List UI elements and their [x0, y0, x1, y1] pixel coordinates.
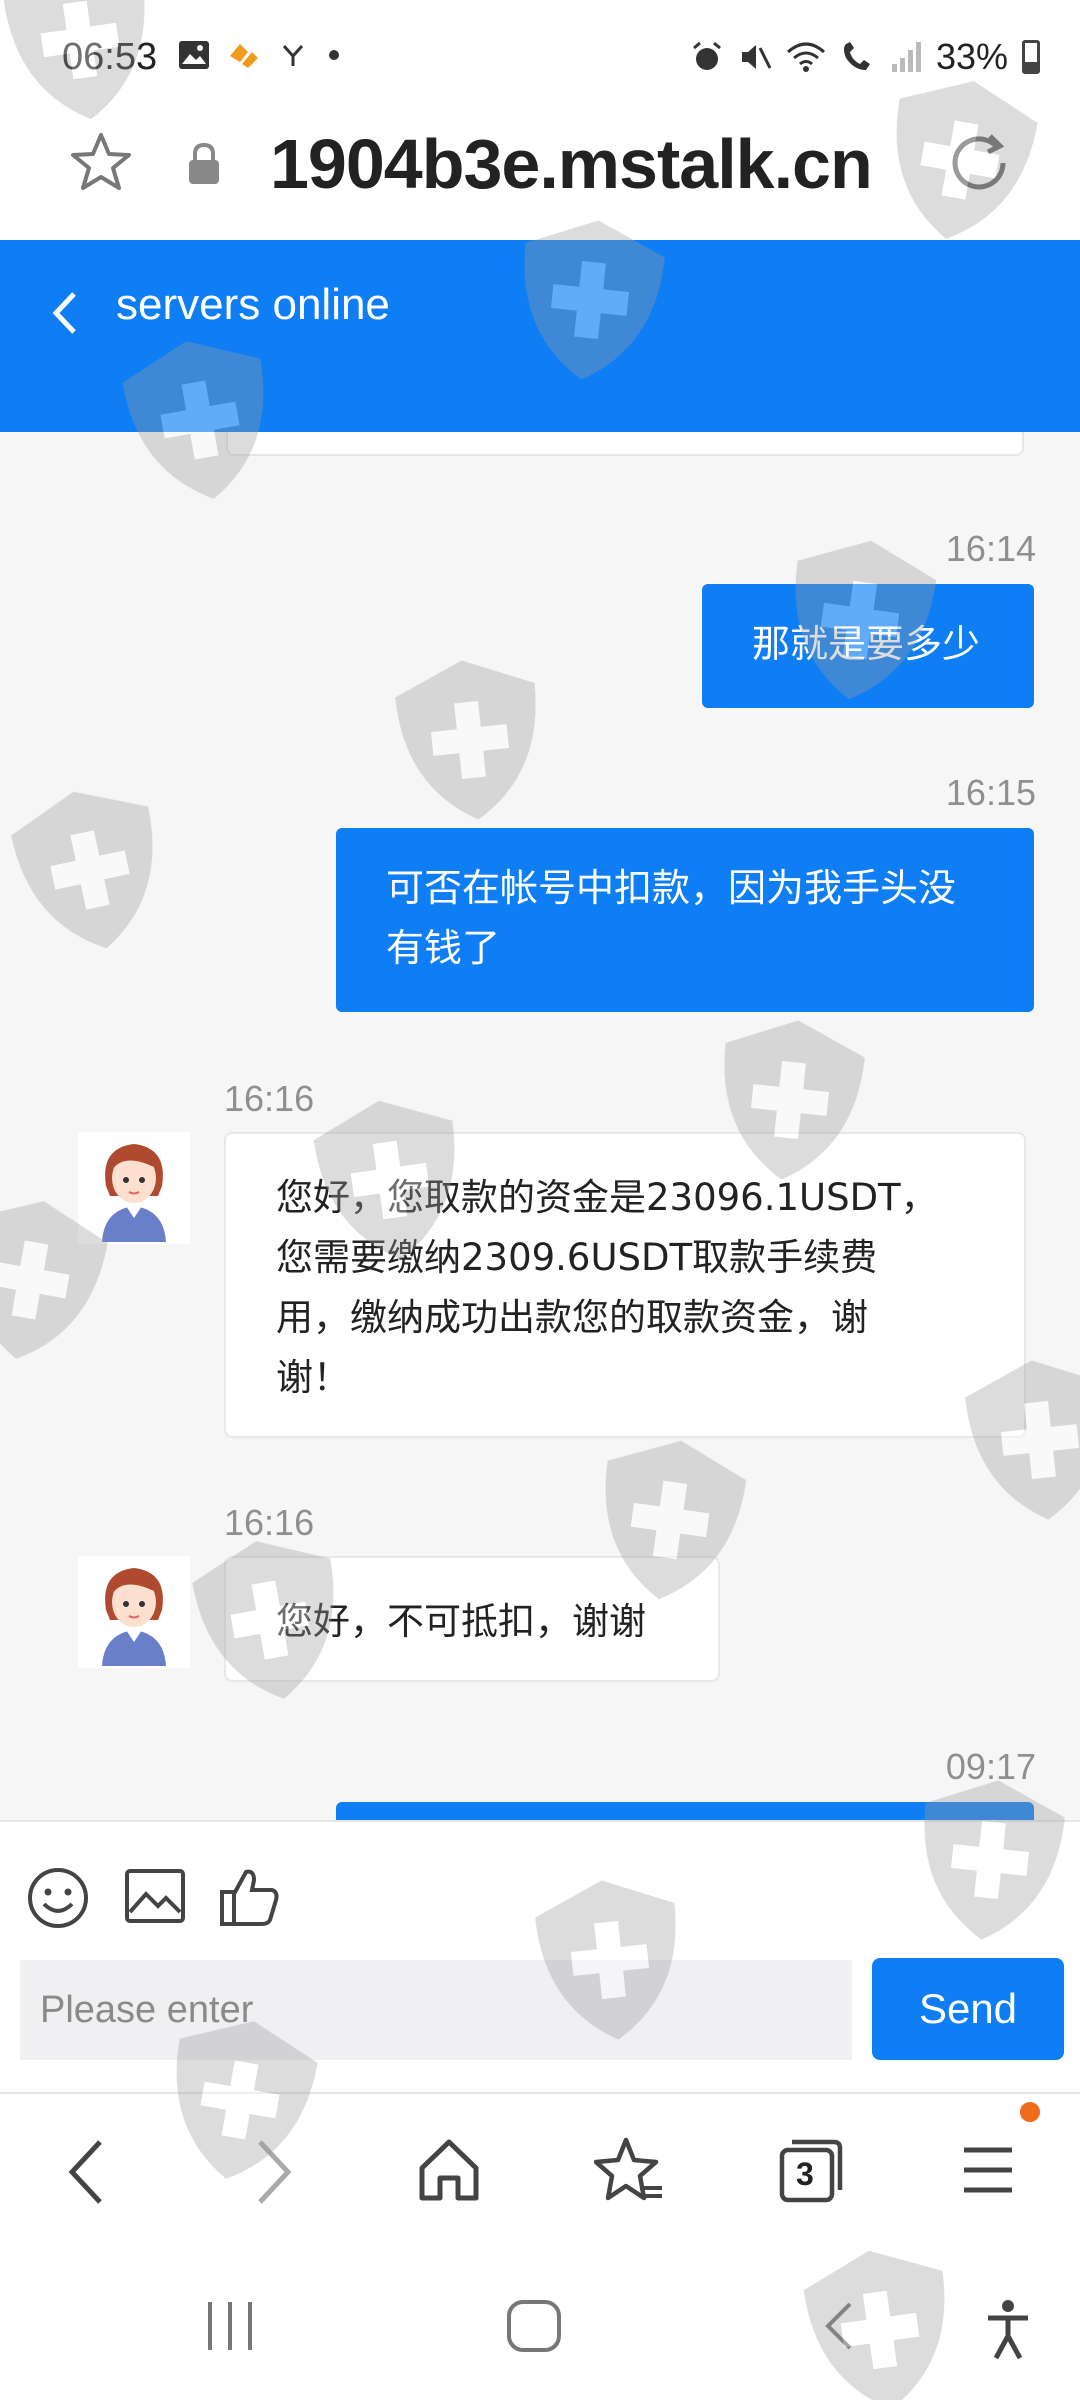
menu-notification-dot	[1020, 2102, 1040, 2122]
message-text-line: 谢！	[276, 1356, 350, 1399]
message-time: 09:17	[945, 1746, 1036, 1787]
recents-icon[interactable]	[204, 2298, 256, 2354]
tabs-button[interactable]: 3	[776, 2134, 848, 2206]
system-back-icon[interactable]	[820, 2298, 860, 2354]
chat-header: servers online	[0, 240, 1080, 432]
lock-icon[interactable]	[186, 142, 222, 186]
home-icon[interactable]	[416, 2134, 482, 2206]
status-time: 06:53	[62, 36, 158, 78]
message-text-line: 有钱了	[386, 926, 501, 970]
back-arrow-icon[interactable]	[62, 2134, 112, 2210]
browser-navigation-bar: 3	[0, 2092, 1080, 2252]
send-button[interactable]: Send	[872, 1958, 1064, 2060]
app-notification-icon	[230, 44, 258, 68]
forward-arrow-icon[interactable]	[248, 2134, 298, 2210]
home-button-icon[interactable]	[504, 2298, 564, 2354]
emoji-icon[interactable]	[26, 1866, 90, 1930]
dot-icon	[329, 50, 339, 60]
message-text-line: 用，缴纳成功出款您的取款资金，谢	[276, 1296, 868, 1339]
previous-message-bubble	[226, 432, 1024, 456]
wifi-call-icon	[843, 42, 870, 70]
signal-fork-icon	[282, 44, 304, 66]
system-navigation-bar	[0, 2252, 1080, 2400]
agent-avatar	[78, 1132, 190, 1244]
message-text-line: 您好，您取款的资金是23096.1USDT，	[276, 1176, 938, 1219]
star-icon[interactable]	[68, 130, 134, 196]
message-text-line: 可否在帐号中扣款，因为我手头没	[386, 866, 957, 910]
header-title: servers online	[116, 280, 390, 329]
outgoing-message-bubble[interactable]	[336, 1802, 1034, 1820]
outgoing-message-bubble[interactable]: 那就是要多少	[702, 584, 1034, 708]
incoming-message-bubble[interactable]: 您好，不可抵扣，谢谢	[224, 1556, 720, 1682]
alarm-icon	[692, 41, 721, 70]
system-status-icons: 33%	[690, 36, 1040, 78]
message-input[interactable]	[20, 1960, 852, 2060]
message-text-line: 您需要缴纳2309.6USDT取款手续费	[276, 1236, 878, 1279]
url-bar: 1904b3e.mstalk.cn	[0, 120, 1080, 240]
cell-signal-icon	[891, 42, 921, 72]
url-text[interactable]: 1904b3e.mstalk.cn	[270, 124, 873, 204]
mute-icon	[741, 45, 772, 69]
chat-area[interactable]: 16:14 那就是要多少 16:15 可否在帐号中扣款，因为我手头没 有钱了 1…	[0, 432, 1080, 1820]
gallery-icon	[179, 41, 209, 69]
message-time: 16:15	[945, 772, 1036, 813]
message-time: 16:16	[224, 1078, 315, 1119]
agent-avatar	[78, 1556, 190, 1668]
message-text: 您好，不可抵扣，谢谢	[276, 1600, 646, 1643]
battery-icon	[1022, 40, 1040, 74]
wifi-icon	[786, 42, 825, 72]
message-text: 那就是要多少	[752, 622, 981, 666]
outgoing-message-bubble[interactable]: 可否在帐号中扣款，因为我手头没 有钱了	[336, 828, 1034, 1012]
image-icon[interactable]	[124, 1868, 186, 1924]
bookmarks-icon[interactable]	[594, 2134, 666, 2206]
message-time: 16:14	[945, 528, 1036, 569]
message-composer: Send	[0, 1820, 1080, 2092]
reload-icon[interactable]	[946, 130, 1012, 196]
notification-icons	[178, 40, 344, 70]
tabs-count: 3	[796, 2156, 814, 2192]
menu-icon[interactable]	[960, 2134, 1016, 2206]
agent-avatar-icon	[102, 1144, 166, 1242]
back-chevron-icon[interactable]	[44, 280, 84, 346]
incoming-message-bubble[interactable]: 您好，您取款的资金是23096.1USDT， 您需要缴纳2309.6USDT取款…	[224, 1132, 1026, 1438]
battery-percentage: 33%	[935, 36, 1008, 77]
message-time: 16:16	[224, 1502, 315, 1543]
accessibility-icon[interactable]	[984, 2298, 1032, 2362]
status-bar: 06:53 33%	[0, 0, 1080, 120]
agent-avatar-icon	[102, 1568, 166, 1666]
thumbs-up-icon[interactable]	[218, 1866, 282, 1928]
